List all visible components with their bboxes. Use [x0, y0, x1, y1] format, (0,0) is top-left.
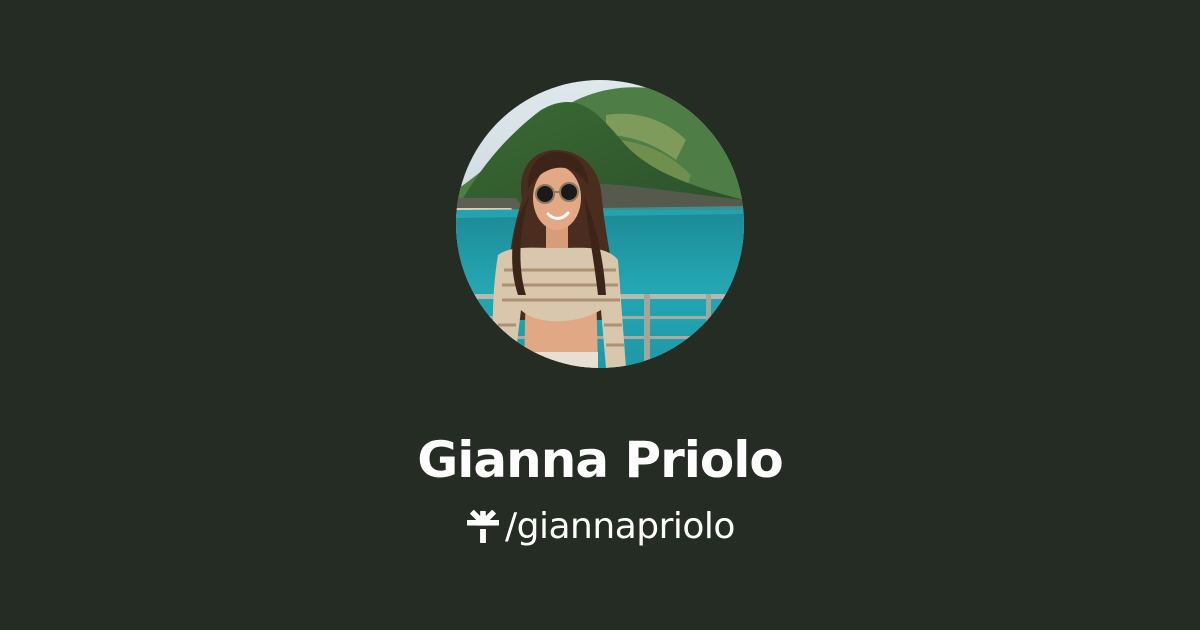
profile-handle[interactable]: /giannapriolo [505, 502, 735, 552]
profile-name: Gianna Priolo [417, 431, 784, 489]
linktree-asterisk-icon [465, 509, 502, 545]
avatar-photo [456, 80, 744, 368]
profile-handle-row[interactable]: /giannapriolo [0, 502, 1200, 552]
profile-avatar [456, 80, 744, 368]
